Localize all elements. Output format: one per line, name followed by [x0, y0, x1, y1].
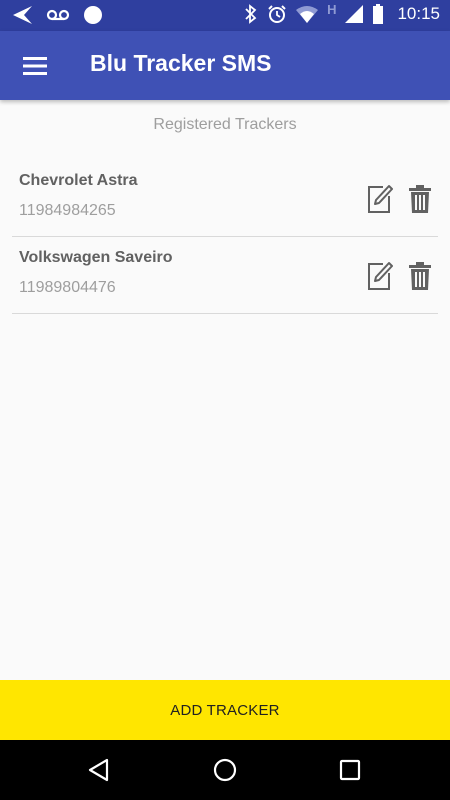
tracker-phone: 11984984265: [19, 202, 116, 219]
circle-icon: [84, 6, 102, 24]
voicemail-icon: [46, 9, 70, 21]
hamburger-menu-icon: [23, 57, 47, 75]
battery-icon: [373, 4, 384, 24]
tracker-row[interactable]: Chevrolet Astra 11984984265: [12, 160, 438, 237]
delete-tracker-button[interactable]: [408, 184, 432, 214]
tracker-phone: 11989804476: [19, 279, 116, 296]
edit-icon: [368, 185, 393, 213]
tracker-list: Chevrolet Astra 11984984265 Volkswagen S…: [12, 160, 438, 314]
edit-tracker-button[interactable]: [367, 184, 393, 214]
back-icon: [88, 758, 109, 782]
app-title: Blu Tracker SMS: [90, 50, 272, 76]
nav-recents-button[interactable]: [337, 757, 363, 783]
status-time: 10:15: [397, 4, 440, 23]
screen: H 10:15 Blu Tracker SMS Registered Track…: [0, 0, 450, 800]
nav-back-button[interactable]: [86, 757, 112, 783]
status-bar: H 10:15: [0, 0, 450, 31]
edit-tracker-button[interactable]: [367, 261, 393, 291]
app-bar: Blu Tracker SMS: [0, 31, 450, 100]
delete-tracker-button[interactable]: [408, 261, 432, 291]
navigation-bar: [0, 740, 450, 800]
status-right-icons: H 10:15: [244, 1, 440, 24]
section-title: Registered Trackers: [153, 116, 297, 133]
status-left-icons: [10, 4, 104, 26]
edit-icon: [368, 262, 393, 290]
nav-home-button[interactable]: [212, 757, 238, 783]
network-type-label: H: [327, 1, 337, 17]
trash-icon: [409, 185, 431, 213]
tracker-name: Chevrolet Astra: [19, 172, 138, 189]
trash-icon: [409, 262, 431, 290]
bluetooth-icon: [245, 4, 257, 24]
home-icon: [213, 758, 237, 782]
add-tracker-button[interactable]: ADD TRACKER: [0, 680, 450, 740]
tracker-row[interactable]: Volkswagen Saveiro 11989804476: [12, 237, 438, 314]
alarm-icon: [268, 5, 286, 23]
tracker-name: Volkswagen Saveiro: [19, 249, 173, 266]
menu-button[interactable]: [20, 51, 50, 81]
recents-icon: [339, 759, 361, 781]
signal-icon: [345, 5, 364, 23]
back-arrow-icon: [13, 6, 32, 24]
wifi-icon: [296, 6, 319, 23]
